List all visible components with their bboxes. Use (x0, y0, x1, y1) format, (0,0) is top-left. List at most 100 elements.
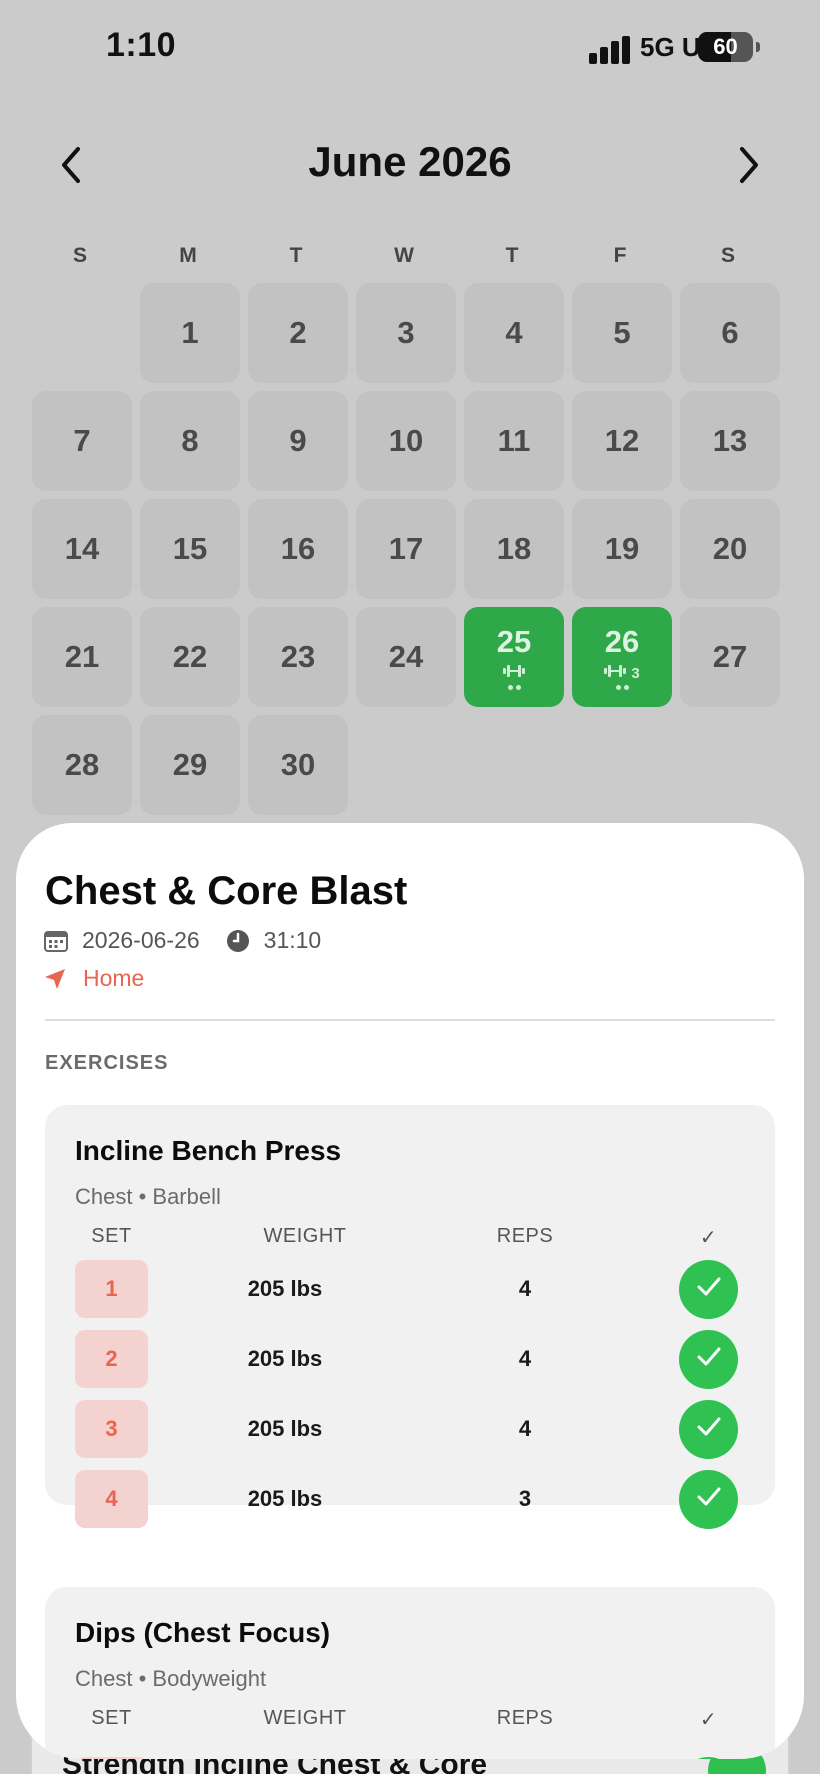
status-bar: 1:10 5G UC 60 (0, 0, 820, 100)
calendar-day-number: 2 (289, 315, 307, 350)
calendar-day[interactable]: 3 (356, 283, 456, 383)
workout-title: Chest & Core Blast (45, 869, 408, 913)
set-weight[interactable]: 205 lbs (205, 1260, 365, 1318)
calendar-day[interactable]: 20 (680, 499, 780, 599)
exercise-card: Dips (Chest Focus) Chest • Bodyweight SE… (45, 1587, 775, 1759)
set-number-badge[interactable] (75, 1757, 148, 1759)
calendar-day[interactable]: 4 (464, 283, 564, 383)
checkmark-icon (696, 1346, 722, 1373)
calendar-day[interactable]: 9 (248, 391, 348, 491)
exercise-category: Chest • Bodyweight (75, 1666, 267, 1691)
workout-indicator: 3 (604, 664, 640, 682)
calendar-day[interactable]: 30 (248, 715, 348, 815)
workout-count: 3 (631, 664, 640, 682)
next-month-button[interactable] (724, 140, 774, 190)
calendar-day[interactable]: 27 (680, 607, 780, 707)
weekday-label: T (289, 244, 303, 267)
calendar-day-number: 30 (280, 747, 316, 782)
calendar-day-number: 20 (712, 531, 748, 566)
calendar-day[interactable]: 29 (140, 715, 240, 815)
calendar-day[interactable]: 1 (140, 283, 240, 383)
exercise-category: Chest • Barbell (75, 1184, 221, 1209)
calendar-day-number: 24 (388, 639, 424, 674)
set-row: 1 205 lbs 4 (45, 1260, 775, 1320)
set-complete-button[interactable] (679, 1470, 738, 1529)
set-complete-button[interactable] (679, 1757, 738, 1759)
calendar-day[interactable]: 25 (464, 607, 564, 707)
calendar-day[interactable]: 6 (680, 283, 780, 383)
calendar-day[interactable]: 14 (32, 499, 132, 599)
calendar-day-number: 9 (289, 423, 307, 458)
calendar-day[interactable]: 7 (32, 391, 132, 491)
calendar-day-number: 13 (712, 423, 748, 458)
set-complete-button[interactable] (679, 1400, 738, 1459)
column-header-weight: WEIGHT (263, 1225, 347, 1247)
checkmark-icon (696, 1486, 722, 1513)
weekday-label: W (394, 244, 414, 267)
exercise-name: Incline Bench Press (75, 1135, 342, 1166)
column-header-done: ✓ (699, 1709, 718, 1731)
set-number-badge[interactable]: 1 (75, 1260, 148, 1318)
calendar-day[interactable]: 24 (356, 607, 456, 707)
activity-dots (615, 685, 629, 690)
set-number-badge[interactable]: 2 (75, 1330, 148, 1388)
workout-date: 2026-06-26 (82, 927, 200, 953)
set-reps[interactable]: 4 (475, 1260, 575, 1318)
set-row: 4 205 lbs 3 (45, 1470, 775, 1530)
calendar-day-number: 14 (64, 531, 100, 566)
set-weight[interactable]: 205 lbs (205, 1400, 365, 1458)
set-weight[interactable]: 205 lbs (205, 1330, 365, 1388)
calendar-day-number: 1 (181, 315, 199, 350)
weekday-label: M (179, 244, 197, 267)
set-complete-button[interactable] (679, 1330, 738, 1389)
workout-detail-sheet: Chest & Core Blast 2026-06-26 31:10 Home… (16, 823, 804, 1759)
calendar-day-number: 12 (604, 423, 640, 458)
activity-dots (507, 685, 521, 690)
battery-level: 60 (713, 34, 738, 59)
divider (45, 1019, 775, 1021)
calendar-day[interactable]: 18 (464, 499, 564, 599)
set-complete-button[interactable] (679, 1260, 738, 1319)
workout-meta: 2026-06-26 31:10 (44, 927, 321, 954)
calendar-day-number: 6 (721, 315, 739, 350)
set-number-badge[interactable]: 3 (75, 1400, 148, 1458)
column-header-set: SET (91, 1225, 132, 1247)
calendar-day-number: 15 (172, 531, 208, 566)
set-weight[interactable]: 205 lbs (205, 1470, 365, 1528)
status-time: 1:10 (106, 26, 177, 64)
calendar-day[interactable]: 10 (356, 391, 456, 491)
workout-indicator (503, 664, 525, 682)
set-reps[interactable]: 4 (475, 1330, 575, 1388)
workout-location[interactable]: Home (44, 965, 144, 992)
calendar-day[interactable]: 23 (248, 607, 348, 707)
calendar-day-number: 11 (497, 423, 531, 458)
calendar-day[interactable]: 26 3 (572, 607, 672, 707)
clock-icon (226, 929, 249, 952)
set-reps[interactable]: 4 (475, 1400, 575, 1458)
calendar-day[interactable]: 11 (464, 391, 564, 491)
calendar-day[interactable]: 21 (32, 607, 132, 707)
calendar-day-number: 4 (505, 315, 523, 350)
calendar-day[interactable]: 17 (356, 499, 456, 599)
calendar-day[interactable]: 19 (572, 499, 672, 599)
calendar-day[interactable]: 8 (140, 391, 240, 491)
calendar-day[interactable]: 2 (248, 283, 348, 383)
checkmark-icon (696, 1276, 722, 1303)
set-number-badge[interactable]: 4 (75, 1470, 148, 1528)
calendar-day-number: 18 (496, 531, 532, 566)
calendar-day[interactable]: 13 (680, 391, 780, 491)
calendar-day-number: 3 (397, 315, 415, 350)
calendar-day[interactable]: 5 (572, 283, 672, 383)
checkmark-icon (696, 1416, 722, 1443)
set-reps[interactable]: 3 (475, 1470, 575, 1528)
location-arrow-icon (45, 968, 65, 989)
calendar-day[interactable]: 12 (572, 391, 672, 491)
dumbbell-icon (604, 664, 627, 682)
calendar-day-number: 27 (712, 639, 748, 674)
calendar-day[interactable]: 28 (32, 715, 132, 815)
calendar-day-number: 28 (64, 747, 100, 782)
calendar-day[interactable]: 22 (140, 607, 240, 707)
calendar-day[interactable]: 16 (248, 499, 348, 599)
set-row: 3 205 lbs 4 (45, 1400, 775, 1460)
calendar-day[interactable]: 15 (140, 499, 240, 599)
